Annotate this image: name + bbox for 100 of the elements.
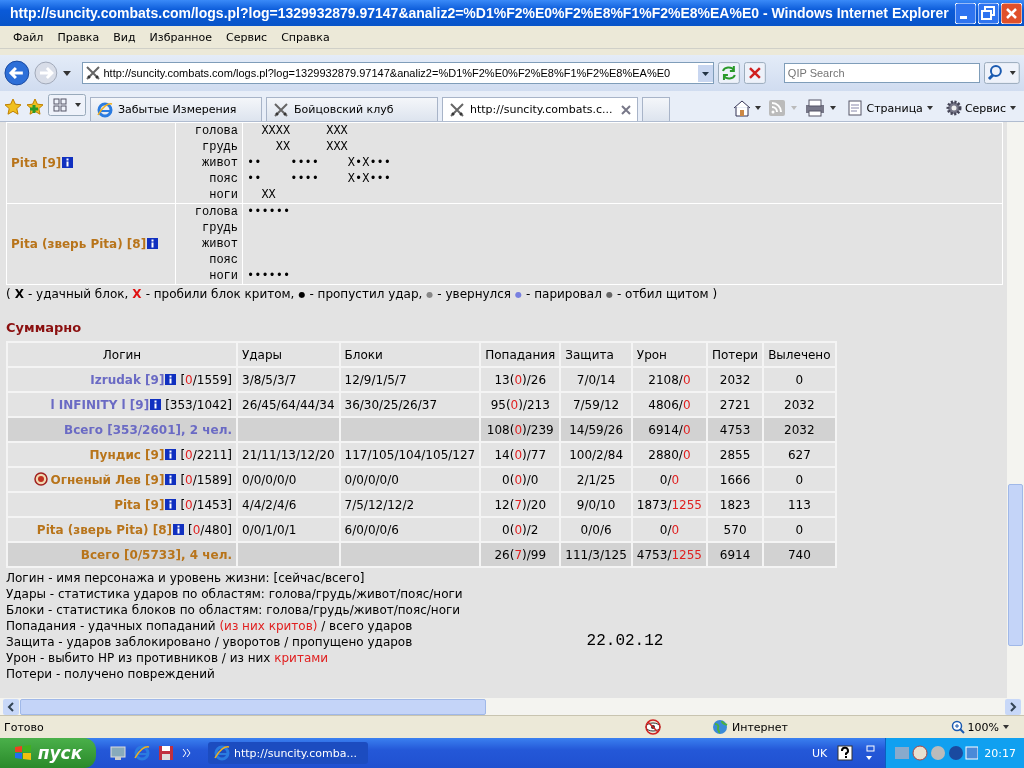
table-cell: 117/105/104/105/127 — [340, 443, 480, 466]
table-cell: 2855 — [708, 443, 763, 466]
table-cell: 0/0/1/0/1 — [238, 518, 339, 541]
dot-icon: ● — [426, 287, 434, 302]
table-cell: 0/0/0/0/0 — [238, 468, 339, 491]
menu-item[interactable]: Избранное — [142, 30, 220, 44]
table-cell: 9/0/10 — [561, 493, 631, 516]
body-part-label: ноги — [208, 187, 238, 203]
menu-item[interactable]: Правка — [50, 30, 107, 44]
table-cell: 14(0)/77 — [481, 443, 560, 466]
column-header: Урон — [632, 343, 706, 366]
table-cell: 0/0/6 — [561, 518, 631, 541]
zone-text: Интернет — [732, 720, 788, 734]
hp-value: [0/480] — [188, 522, 232, 537]
menu-item[interactable]: Файл — [6, 30, 51, 44]
toolbar-button[interactable]: Страница — [844, 100, 937, 116]
legend-text: - пробили блок критом, — [145, 287, 295, 302]
date-text: 22.02.12 — [586, 632, 664, 650]
table-cell: 113 — [764, 493, 835, 516]
search-field[interactable]: QIP Search — [783, 63, 981, 83]
hit-marks: •• •••• X•X••• — [247, 171, 393, 187]
table-cell: 26/45/64/44/34 — [238, 393, 339, 416]
table-cell: 0 — [764, 518, 835, 541]
start-button[interactable]: пуск — [0, 738, 96, 768]
section-heading: Суммарно — [6, 320, 83, 335]
menu-item[interactable]: Вид — [106, 30, 143, 44]
body-part-label: голова — [193, 123, 238, 139]
cross-icon: X — [14, 287, 24, 302]
table-cell: 2721 — [708, 393, 763, 416]
body-part-label: пояс — [208, 252, 238, 268]
browser-tab[interactable]: http://suncity.combats.c... — [442, 97, 638, 121]
note-text: Попадания - удачных попаданий (из них критов) / всего ударов — [6, 618, 414, 634]
hp-value: [0/1589] — [180, 473, 232, 487]
table-cell: 570 — [708, 518, 763, 541]
table-cell: 4753 — [708, 418, 763, 441]
hit-marks: XX XXX — [274, 139, 349, 155]
table-cell: 7/0/14 — [561, 368, 631, 391]
player-name[interactable]: Izrudak [9] — [90, 372, 165, 387]
window-title: http://suncity.combats.com/logs.pl?log=1329932879.97147&analiz2=%D1%F2%E0%F2%E8%F1%F2%E8%EA%E0 - Windows Internet Explorer — [10, 5, 949, 21]
total-label: Всего [353/2601], 2 чел. — [64, 422, 232, 437]
hit-marks: XXXX XXX — [260, 123, 349, 139]
player-name[interactable]: l INFINITY l [9] — [50, 397, 150, 412]
language-indicator[interactable]: UK — [812, 746, 828, 760]
cross-icon: X — [132, 287, 142, 302]
table-cell: 7/59/12 — [561, 393, 631, 416]
hit-marks: •••••• — [247, 268, 292, 284]
column-header: Логин — [8, 343, 236, 366]
clock-text: 20:17 — [984, 746, 1016, 760]
table-cell: 2/1/25 — [561, 468, 631, 491]
menu-item[interactable]: Сервис — [219, 30, 275, 44]
column-header: Удары — [238, 343, 339, 366]
browser-tab[interactable]: Забытые Измерения — [90, 97, 262, 121]
table-cell: 13(0)/26 — [481, 368, 560, 391]
hp-value: [353/1042] — [165, 397, 232, 412]
zoom-control[interactable]: 100% — [950, 720, 1010, 734]
toolbar-button[interactable]: Сервис — [942, 100, 1020, 116]
body-part-label: грудь — [201, 220, 238, 236]
table-cell: 1873/1255 — [632, 493, 706, 516]
column-header: Блоки — [340, 343, 480, 366]
body-part-label: грудь — [201, 139, 238, 155]
table-cell: 12(7)/20 — [481, 493, 560, 516]
legend-text: - отбил щитом — [616, 287, 709, 302]
total-label: Всего [0/5733], 4 чел. — [80, 547, 232, 562]
table-cell: 0/0/0/0/0 — [340, 468, 480, 491]
column-header: Попадания — [481, 343, 560, 366]
table-cell: 2032 — [708, 368, 763, 391]
table-cell: 1823 — [708, 493, 763, 516]
taskbar-button[interactable]: http://suncity.comba... — [208, 742, 368, 764]
table-cell: 7/5/12/12/2 — [340, 493, 480, 516]
table-cell: 0/0 — [632, 518, 706, 541]
note-text: Логин - имя персонажа и уровень жизни: [сейчас/всего] — [6, 570, 366, 586]
table-cell: 4753/1255 — [632, 543, 706, 566]
table-cell: 1666 — [708, 468, 763, 491]
hp-value: [0/1559] — [180, 372, 232, 387]
table-cell: 100/2/84 — [561, 443, 631, 466]
table-cell: 0(0)/0 — [481, 468, 560, 491]
table-cell: 2108/0 — [632, 368, 706, 391]
note-text: Защита - ударов заблокировано / уворотов / пропущено ударов — [6, 634, 414, 650]
hit-marks: •• •••• X•X••• — [247, 155, 393, 171]
legend-text: - удачный блок, — [27, 287, 129, 302]
column-header: Вылечено — [764, 343, 835, 366]
table-cell: 3/8/5/3/7 — [238, 368, 339, 391]
note-text: Блоки - статистика блоков по областям: голова/грудь/живот/пояс/ноги — [6, 602, 462, 618]
table-cell: 2032 — [764, 418, 835, 441]
table-cell: 14/59/26 — [561, 418, 631, 441]
body-part-label: живот — [201, 155, 238, 171]
column-header: Защита — [561, 343, 631, 366]
table-cell: 0 — [764, 368, 835, 391]
table-cell: 26(7)/99 — [481, 543, 560, 566]
body-part-label: пояс — [208, 171, 238, 187]
table-cell: 95(0)/213 — [481, 393, 560, 416]
menu-item[interactable]: Справка — [274, 30, 337, 44]
body-part-label: голова — [193, 204, 238, 220]
legend-text: - пропустил удар, — [309, 287, 423, 302]
address-field[interactable]: http://suncity.combats.com/logs.pl?log=1329932879.97147&analiz2=%D1%F2%E0%F2%E8%F1%F2%E8%EA%E0 — [81, 62, 715, 84]
hp-value: [0/1453] — [180, 497, 232, 512]
status-text: Готово — [4, 720, 45, 734]
browser-tab[interactable]: Бойцовский клуб — [266, 97, 438, 121]
table-cell: 12/9/1/5/7 — [340, 368, 480, 391]
legend-text: ) — [712, 287, 718, 302]
